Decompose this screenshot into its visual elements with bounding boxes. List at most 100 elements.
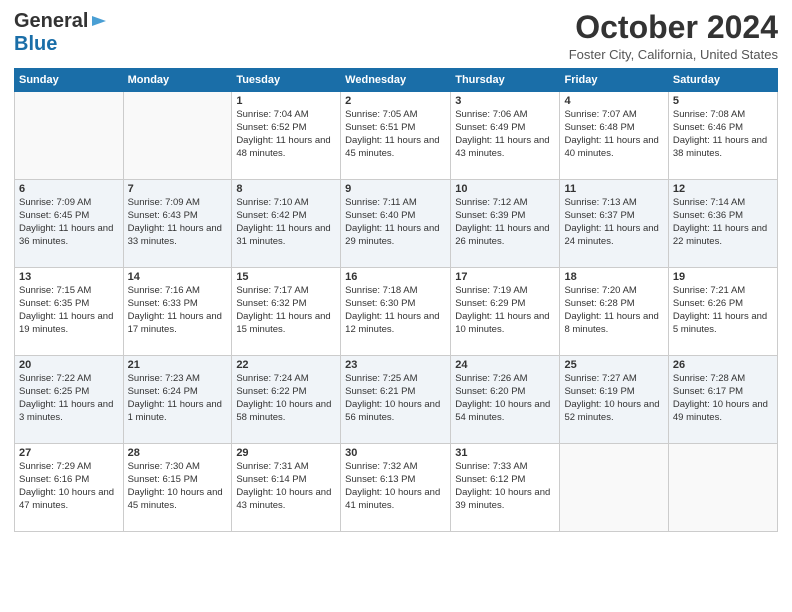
day-number: 12	[673, 183, 773, 195]
col-header-saturday: Saturday	[668, 69, 777, 92]
table-row: 8 Sunrise: 7:10 AM Sunset: 6:42 PM Daylig…	[232, 180, 341, 268]
table-row	[15, 92, 124, 180]
day-number: 23	[345, 359, 446, 371]
table-row: 21Sunrise: 7:23 AM Sunset: 6:24 PM Dayli…	[123, 356, 232, 444]
col-header-monday: Monday	[123, 69, 232, 92]
day-number: 8	[236, 183, 336, 195]
table-row: 26 Sunrise: 7:28 AM Sunset: 6:17 PM Dayli…	[668, 356, 777, 444]
day-info: Sunrise: 7:12 AM Sunset: 6:39 PM Dayligh…	[455, 197, 555, 248]
table-row: 19 Sunrise: 7:21 AM Sunset: 6:26 PM Dayli…	[668, 268, 777, 356]
table-row: 30 Sunrise: 7:32 AM Sunset: 6:13 PM Dayli…	[341, 444, 451, 532]
table-row: 12 Sunrise: 7:14 AM Sunset: 6:36 PM Dayli…	[668, 180, 777, 268]
calendar-week-row: 6Sunrise: 7:09 AM Sunset: 6:45 PM Daylig…	[15, 180, 778, 268]
day-number: 10	[455, 183, 555, 195]
day-number: 4	[564, 95, 663, 107]
day-info: Sunrise: 7:13 AM Sunset: 6:37 PM Dayligh…	[564, 197, 663, 248]
table-row	[668, 444, 777, 532]
calendar-week-row: 13Sunrise: 7:15 AM Sunset: 6:35 PM Dayli…	[15, 268, 778, 356]
page: General Blue October 2024 Foster City, C…	[0, 0, 792, 612]
table-row: 28 Sunrise: 7:30 AM Sunset: 6:15 PM Dayli…	[123, 444, 232, 532]
day-number: 30	[345, 447, 446, 459]
calendar-week-row: 27 Sunrise: 7:29 AM Sunset: 6:16 PM Dayli…	[15, 444, 778, 532]
day-number: 31	[455, 447, 555, 459]
day-info: Sunrise: 7:08 AM Sunset: 6:46 PM Dayligh…	[673, 109, 773, 160]
day-number: 29	[236, 447, 336, 459]
day-number: 3	[455, 95, 555, 107]
day-info: Sunrise: 7:18 AM Sunset: 6:30 PM Dayligh…	[345, 285, 446, 336]
day-number: 6	[19, 183, 119, 195]
day-info: Sunrise: 7:11 AM Sunset: 6:40 PM Dayligh…	[345, 197, 446, 248]
day-info: Sunrise: 7:17 AM Sunset: 6:32 PM Dayligh…	[236, 285, 336, 336]
day-info: Sunrise: 7:26 AM Sunset: 6:20 PM Dayligh…	[455, 373, 555, 424]
logo-arrow-icon	[90, 12, 108, 30]
table-row: 18 Sunrise: 7:20 AM Sunset: 6:28 PM Dayli…	[560, 268, 668, 356]
day-info: Sunrise: 7:28 AM Sunset: 6:17 PM Dayligh…	[673, 373, 773, 424]
table-row: 14 Sunrise: 7:16 AM Sunset: 6:33 PM Dayli…	[123, 268, 232, 356]
day-number: 19	[673, 271, 773, 283]
calendar-week-row: 20Sunrise: 7:22 AM Sunset: 6:25 PM Dayli…	[15, 356, 778, 444]
month-title: October 2024	[569, 10, 778, 45]
col-header-tuesday: Tuesday	[232, 69, 341, 92]
day-info: Sunrise: 7:07 AM Sunset: 6:48 PM Dayligh…	[564, 109, 663, 160]
header: General Blue October 2024 Foster City, C…	[14, 10, 778, 62]
calendar-week-row: 1Sunrise: 7:04 AM Sunset: 6:52 PM Daylig…	[15, 92, 778, 180]
day-info: Sunrise: 7:30 AM Sunset: 6:15 PM Dayligh…	[128, 461, 228, 512]
day-info: Sunrise: 7:24 AM Sunset: 6:22 PM Dayligh…	[236, 373, 336, 424]
calendar-table: Sunday Monday Tuesday Wednesday Thursday…	[14, 68, 778, 532]
day-number: 1	[236, 95, 336, 107]
table-row: 24 Sunrise: 7:26 AM Sunset: 6:20 PM Dayli…	[451, 356, 560, 444]
day-number: 26	[673, 359, 773, 371]
day-number: 9	[345, 183, 446, 195]
day-info: Sunrise: 7:25 AM Sunset: 6:21 PM Dayligh…	[345, 373, 446, 424]
day-number: 14	[128, 271, 228, 283]
table-row: 9 Sunrise: 7:11 AM Sunset: 6:40 PM Daylig…	[341, 180, 451, 268]
logo: General Blue	[14, 10, 108, 56]
table-row: 2Sunrise: 7:05 AM Sunset: 6:51 PM Daylig…	[341, 92, 451, 180]
day-info: Sunrise: 7:33 AM Sunset: 6:12 PM Dayligh…	[455, 461, 555, 512]
table-row: 15 Sunrise: 7:17 AM Sunset: 6:32 PM Dayli…	[232, 268, 341, 356]
table-row	[123, 92, 232, 180]
day-info: Sunrise: 7:20 AM Sunset: 6:28 PM Dayligh…	[564, 285, 663, 336]
day-info: Sunrise: 7:29 AM Sunset: 6:16 PM Dayligh…	[19, 461, 119, 512]
day-number: 25	[564, 359, 663, 371]
table-row: 16Sunrise: 7:18 AM Sunset: 6:30 PM Dayli…	[341, 268, 451, 356]
day-number: 18	[564, 271, 663, 283]
table-row: 3 Sunrise: 7:06 AM Sunset: 6:49 PM Daylig…	[451, 92, 560, 180]
day-number: 7	[128, 183, 228, 195]
table-row: 29Sunrise: 7:31 AM Sunset: 6:14 PM Dayli…	[232, 444, 341, 532]
day-info: Sunrise: 7:27 AM Sunset: 6:19 PM Dayligh…	[564, 373, 663, 424]
col-header-wednesday: Wednesday	[341, 69, 451, 92]
location-title: Foster City, California, United States	[569, 47, 778, 62]
day-info: Sunrise: 7:06 AM Sunset: 6:49 PM Dayligh…	[455, 109, 555, 160]
day-number: 2	[345, 95, 446, 107]
day-number: 28	[128, 447, 228, 459]
table-row: 11Sunrise: 7:13 AM Sunset: 6:37 PM Dayli…	[560, 180, 668, 268]
day-number: 27	[19, 447, 119, 459]
day-info: Sunrise: 7:09 AM Sunset: 6:43 PM Dayligh…	[128, 197, 228, 248]
day-info: Sunrise: 7:21 AM Sunset: 6:26 PM Dayligh…	[673, 285, 773, 336]
day-info: Sunrise: 7:14 AM Sunset: 6:36 PM Dayligh…	[673, 197, 773, 248]
table-row: 25 Sunrise: 7:27 AM Sunset: 6:19 PM Dayli…	[560, 356, 668, 444]
day-number: 15	[236, 271, 336, 283]
table-row: 1Sunrise: 7:04 AM Sunset: 6:52 PM Daylig…	[232, 92, 341, 180]
day-number: 21	[128, 359, 228, 371]
table-row: 27 Sunrise: 7:29 AM Sunset: 6:16 PM Dayli…	[15, 444, 124, 532]
table-row: 22 Sunrise: 7:24 AM Sunset: 6:22 PM Dayli…	[232, 356, 341, 444]
table-row: 4 Sunrise: 7:07 AM Sunset: 6:48 PM Daylig…	[560, 92, 668, 180]
table-row: 7 Sunrise: 7:09 AM Sunset: 6:43 PM Daylig…	[123, 180, 232, 268]
day-info: Sunrise: 7:32 AM Sunset: 6:13 PM Dayligh…	[345, 461, 446, 512]
day-number: 20	[19, 359, 119, 371]
table-row: 23 Sunrise: 7:25 AM Sunset: 6:21 PM Dayli…	[341, 356, 451, 444]
table-row: 17Sunrise: 7:19 AM Sunset: 6:29 PM Dayli…	[451, 268, 560, 356]
day-number: 24	[455, 359, 555, 371]
table-row: 31 Sunrise: 7:33 AM Sunset: 6:12 PM Dayli…	[451, 444, 560, 532]
table-row: 20Sunrise: 7:22 AM Sunset: 6:25 PM Dayli…	[15, 356, 124, 444]
calendar-header-row: Sunday Monday Tuesday Wednesday Thursday…	[15, 69, 778, 92]
day-info: Sunrise: 7:19 AM Sunset: 6:29 PM Dayligh…	[455, 285, 555, 336]
col-header-sunday: Sunday	[15, 69, 124, 92]
logo-general: General	[14, 10, 88, 33]
day-number: 22	[236, 359, 336, 371]
day-info: Sunrise: 7:16 AM Sunset: 6:33 PM Dayligh…	[128, 285, 228, 336]
day-number: 13	[19, 271, 119, 283]
day-info: Sunrise: 7:10 AM Sunset: 6:42 PM Dayligh…	[236, 197, 336, 248]
